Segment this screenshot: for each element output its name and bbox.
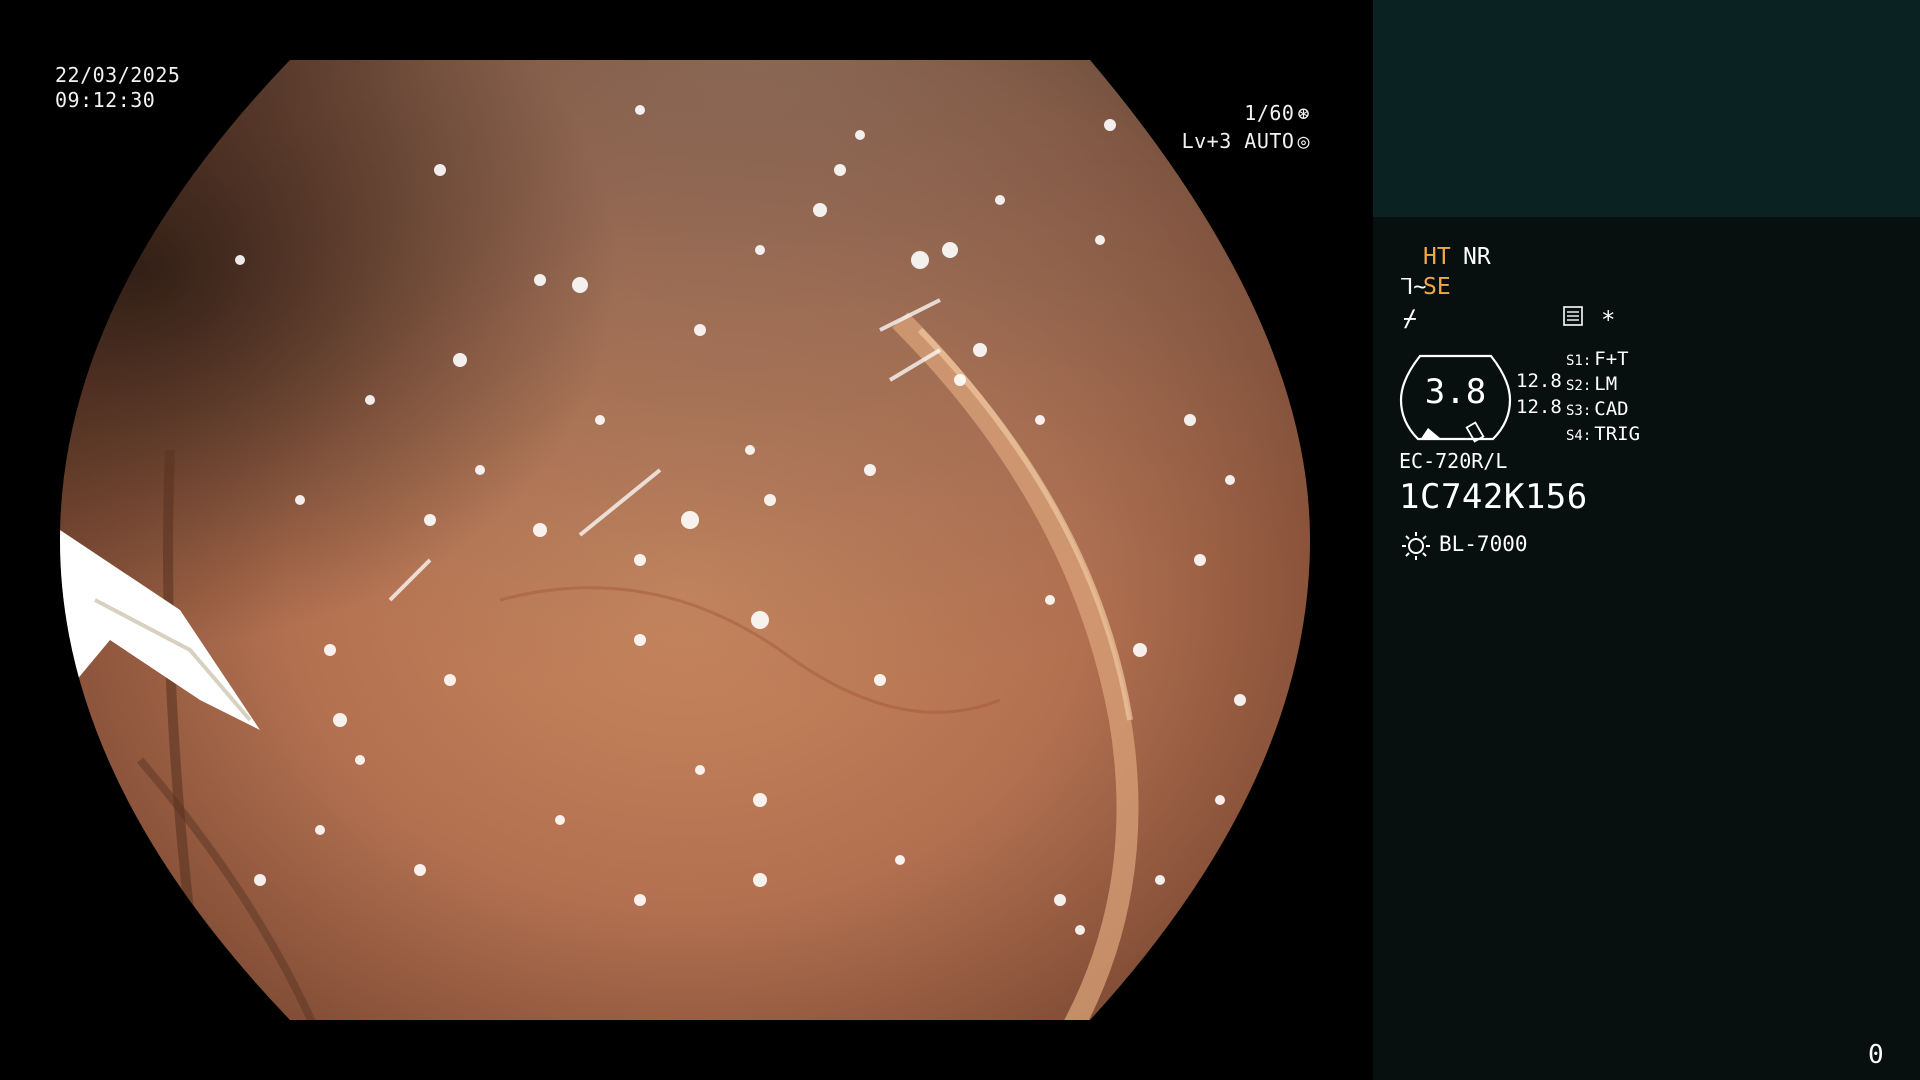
- light-source: BL-7000: [1439, 532, 1528, 556]
- exposure-display: 1/60 ⊛ Lv+3 AUTO ◎: [1182, 99, 1310, 155]
- panel-header-area: [1373, 0, 1920, 217]
- brightness-level-text: Lv+3 AUTO: [1181, 129, 1295, 153]
- endoscope-viewport: 22/03/2025 09:12:30 1/60 ⊛ Lv+3 AUTO ◎: [0, 0, 1372, 1080]
- switch-2: S2: LM: [1566, 373, 1618, 395]
- date-text: 22/03/2025: [55, 63, 181, 87]
- freeze-icon: ⌿: [1403, 306, 1417, 332]
- image-counter: 0: [1868, 1040, 1884, 1070]
- aperture-icon: ⊛: [1297, 101, 1310, 125]
- datetime-display: 22/03/2025 09:12:30: [55, 63, 180, 113]
- value-1: 12.8: [1516, 370, 1562, 392]
- sun-icon: [1402, 532, 1430, 560]
- scope-serial: 1C742K156: [1399, 477, 1588, 517]
- switch-1: S1: F+T: [1566, 348, 1629, 370]
- ht-indicator: HT: [1423, 244, 1451, 270]
- switch-4: S4: TRIG: [1566, 423, 1641, 445]
- shutter-speed-text: 1/60: [1244, 101, 1295, 125]
- status-panel: HT NR ⅂~ SE ⌿ * 3.8 12.8 12.8 S1: F+T S2:…: [1373, 0, 1920, 1080]
- menu-icon: [1563, 306, 1583, 326]
- star-indicator: *: [1601, 306, 1616, 334]
- value-2: 12.8: [1516, 396, 1562, 418]
- gauge-value: 3.8: [1424, 372, 1487, 412]
- nr-indicator: NR: [1463, 244, 1491, 270]
- se-indicator: SE: [1423, 274, 1451, 300]
- endoscopic-image: [60, 60, 1310, 1020]
- switch-3: S3: CAD: [1566, 398, 1629, 420]
- iris-icon: ◎: [1297, 129, 1310, 153]
- scope-model: EC-720R/L: [1399, 449, 1508, 473]
- time-text: 09:12:30: [55, 88, 156, 112]
